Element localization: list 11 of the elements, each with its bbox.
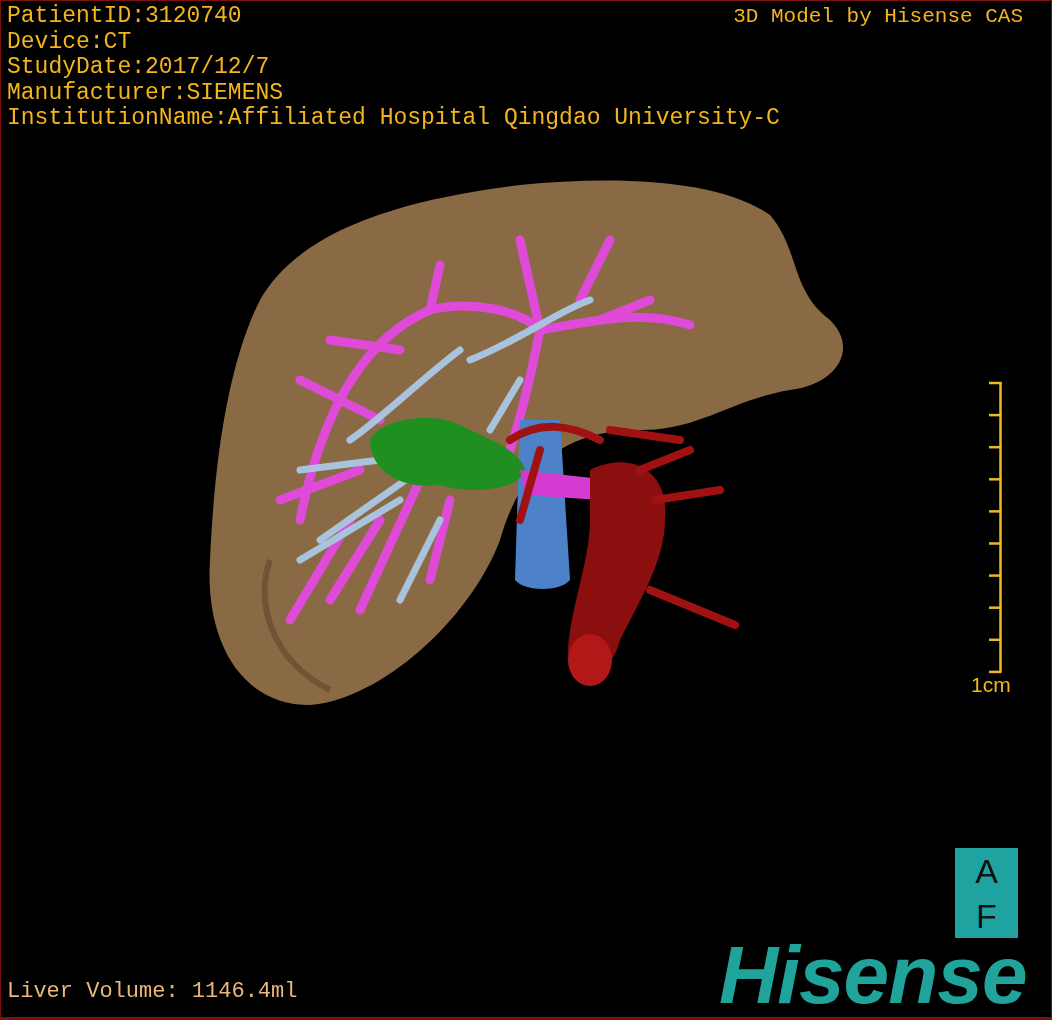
study-info-text: Manufacturer:SIEMENS: [7, 80, 284, 106]
orientation-label: F: [976, 897, 997, 934]
liver-volume-text: Liver Volume: 1146.4ml: [7, 979, 298, 1005]
scale-label: 1cm: [971, 673, 1011, 697]
orientation-marker[interactable]: A F: [955, 848, 1018, 938]
study-info-text: StudyDate:2017/12/7: [7, 55, 270, 81]
model-credit-text: 3D Model by Hisense CAS: [733, 4, 1023, 29]
study-info-text: PatientID:3120740: [7, 4, 242, 30]
study-info-text: Device:CT: [7, 29, 132, 55]
orientation-label: A: [975, 852, 998, 889]
study-info-text: InstitutionName:Affiliated Hospital Qingdao University-C: [7, 106, 780, 132]
